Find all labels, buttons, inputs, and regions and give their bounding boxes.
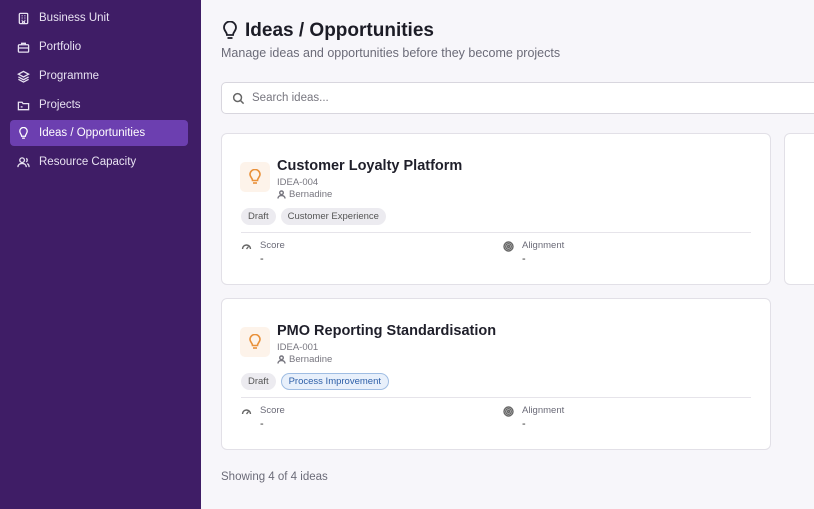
alignment-metric: Alignment -: [503, 405, 564, 430]
sidebar-item-ideas[interactable]: Ideas / Opportunities: [10, 120, 188, 146]
target-icon: [503, 241, 514, 252]
status-badge: Draft: [241, 373, 276, 390]
idea-owner: Bernadine: [277, 189, 332, 200]
sidebar-item-label: Ideas / Opportunities: [39, 127, 146, 139]
lightbulb-icon: [16, 126, 30, 140]
alignment-label: Alignment: [522, 405, 565, 416]
alignment-value: -: [522, 253, 526, 265]
building-icon: [16, 11, 30, 25]
target-icon: [503, 406, 514, 417]
idea-code: IDEA-001: [277, 342, 319, 353]
score-label: Score: [260, 240, 285, 251]
sidebar-item-label: Business Unit: [39, 12, 110, 24]
idea-title[interactable]: Customer Loyalty Platform: [277, 158, 462, 174]
sidebar-item-portfolio[interactable]: Portfolio: [10, 34, 188, 60]
category-badge: Process Improvement: [280, 373, 389, 390]
results-count: Showing 4 of 4 ideas: [221, 471, 328, 483]
gauge-icon: [241, 244, 252, 250]
lightbulb-icon: [240, 327, 270, 357]
score-label: Score: [260, 405, 285, 416]
sidebar-item-resource-capacity[interactable]: Resource Capacity: [10, 149, 188, 175]
idea-card-partial[interactable]: [784, 133, 814, 285]
user-icon: [277, 355, 286, 364]
idea-owner: Bernadine: [277, 354, 332, 365]
idea-code: IDEA-004: [277, 177, 319, 188]
layers-icon: [16, 69, 30, 83]
idea-card[interactable]: PMO Reporting Standardisation IDEA-001 B…: [221, 298, 771, 450]
gauge-icon: [241, 409, 252, 415]
sidebar: Business Unit Portfolio Programme Projec…: [0, 0, 201, 509]
status-badge: Draft: [241, 208, 276, 225]
search-input[interactable]: [252, 92, 752, 104]
lightbulb-icon: [240, 162, 270, 192]
page-title-text: Ideas / Opportunities: [245, 20, 434, 41]
briefcase-icon: [16, 40, 30, 54]
idea-card[interactable]: Customer Loyalty Platform IDEA-004 Berna…: [221, 133, 771, 285]
divider: [241, 232, 751, 233]
alignment-value: -: [522, 418, 526, 430]
score-metric: Score -: [241, 240, 285, 265]
page-title: Ideas / Opportunities: [221, 20, 434, 42]
idea-tags: Draft Process Improvement: [241, 373, 389, 390]
search-box[interactable]: [221, 82, 814, 114]
owner-name: Bernadine: [289, 354, 333, 365]
sidebar-item-label: Portfolio: [39, 41, 82, 53]
divider: [241, 397, 751, 398]
alignment-metric: Alignment -: [503, 240, 564, 265]
lightbulb-icon: [223, 21, 237, 39]
search-icon: [232, 92, 245, 104]
sidebar-item-label: Projects: [39, 99, 81, 111]
score-metric: Score -: [241, 405, 285, 430]
owner-name: Bernadine: [289, 189, 333, 200]
sidebar-item-projects[interactable]: Projects: [10, 92, 188, 118]
sidebar-item-business-unit[interactable]: Business Unit: [10, 5, 188, 31]
alignment-label: Alignment: [522, 240, 565, 251]
idea-tags: Draft Customer Experience: [241, 208, 386, 225]
score-value: -: [260, 253, 264, 265]
score-value: -: [260, 418, 264, 430]
sidebar-item-label: Programme: [39, 70, 100, 82]
page-subtitle: Manage ideas and opportunities before th…: [221, 46, 561, 60]
sidebar-item-label: Resource Capacity: [39, 156, 137, 168]
idea-title[interactable]: PMO Reporting Standardisation: [277, 323, 496, 339]
sidebar-item-programme[interactable]: Programme: [10, 63, 188, 89]
folder-icon: [16, 98, 30, 112]
users-icon: [16, 155, 30, 169]
category-badge: Customer Experience: [280, 208, 386, 225]
main-content: Ideas / Opportunities Manage ideas and o…: [201, 0, 814, 509]
user-icon: [277, 190, 286, 199]
